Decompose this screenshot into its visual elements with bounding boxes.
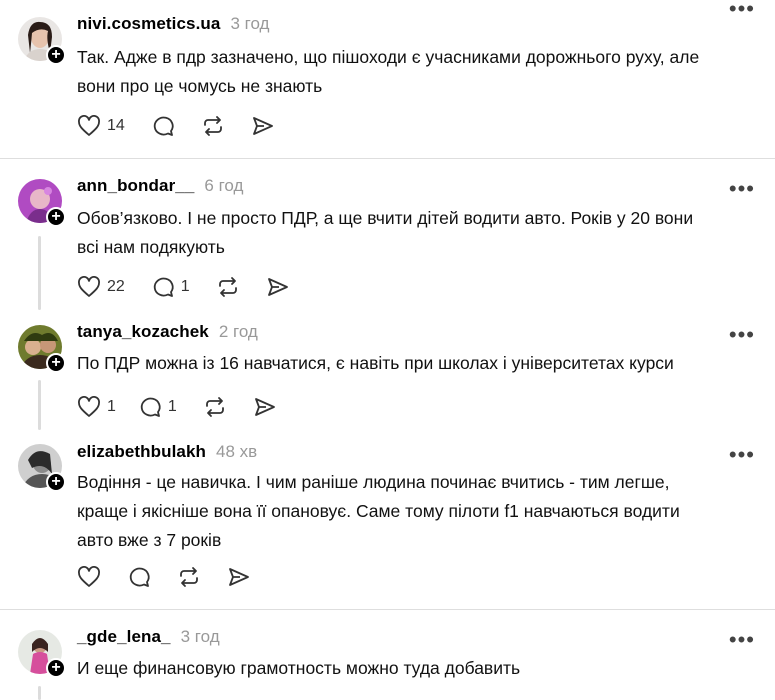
action-bar: 22 1	[77, 274, 316, 300]
more-icon[interactable]: •••	[729, 444, 755, 466]
like-button[interactable]	[77, 566, 101, 588]
post: + tanya_kozachek 2 год ••• По ПДР можна …	[0, 308, 775, 428]
post-text: И еще финансовую грамотность можно туда …	[77, 654, 757, 683]
action-bar: 1 1	[77, 394, 303, 420]
like-button[interactable]: 22	[77, 276, 125, 298]
thread-line	[38, 380, 41, 430]
text-line: И еще финансовую грамотность можно туда …	[77, 658, 521, 678]
post: + _gde_lena_ 3 год ••• И еще финансовую …	[0, 609, 775, 700]
username[interactable]: tanya_kozachek	[77, 322, 209, 342]
text-line: Водіння - це навичка. І чим раніше людин…	[77, 472, 670, 492]
heart-icon	[78, 566, 100, 587]
avatar[interactable]: +	[18, 630, 66, 678]
more-icon[interactable]: •••	[729, 178, 755, 200]
comment-icon	[129, 567, 150, 587]
avatar[interactable]: +	[18, 325, 66, 373]
comment-icon	[153, 116, 174, 136]
share-icon	[267, 278, 288, 296]
text-line: краще і якісніше вона її опановує. Саме …	[77, 501, 680, 521]
post: + elizabethbulakh 48 хв ••• Водіння - це…	[0, 428, 775, 610]
reply-button[interactable]	[151, 115, 175, 137]
share-icon	[229, 568, 249, 586]
timestamp: 2 год	[218, 322, 258, 341]
follow-plus-icon[interactable]: +	[46, 45, 66, 65]
text-line: Обов’язково. І не просто ПДР, а ще вчити…	[77, 208, 694, 228]
share-icon	[252, 117, 273, 135]
heart-icon	[78, 396, 100, 417]
post: + ann_bondar__ 6 год ••• Обов’язково. І …	[0, 158, 775, 308]
share-icon	[254, 398, 275, 416]
follow-plus-icon[interactable]: +	[46, 207, 66, 227]
like-count: 1	[107, 398, 116, 415]
thread-line	[38, 686, 41, 700]
share-button[interactable]	[266, 276, 290, 298]
timestamp: 48 хв	[216, 442, 258, 461]
repost-button[interactable]	[216, 276, 240, 298]
timestamp: 3 год	[230, 14, 270, 33]
reply-button[interactable]: 1	[151, 276, 190, 298]
follow-plus-icon[interactable]: +	[46, 353, 66, 373]
follow-plus-icon[interactable]: +	[46, 658, 66, 678]
share-button[interactable]	[227, 566, 251, 588]
reply-button[interactable]: 1	[138, 396, 177, 418]
share-button[interactable]	[253, 396, 277, 418]
timestamp: 6 год	[204, 176, 244, 195]
like-count: 22	[107, 278, 125, 295]
more-icon[interactable]: •••	[729, 0, 755, 20]
more-icon[interactable]: •••	[729, 324, 755, 346]
repost-button[interactable]	[201, 115, 225, 137]
timestamp: 3 год	[180, 627, 220, 646]
reply-count: 1	[167, 398, 177, 415]
share-button[interactable]	[251, 115, 275, 137]
comment-icon	[153, 277, 174, 297]
reply-count: 1	[180, 278, 190, 295]
username[interactable]: _gde_lena_	[77, 627, 171, 647]
text-line: всі нам подякують	[77, 237, 225, 257]
comment-icon	[140, 397, 161, 417]
avatar[interactable]: +	[18, 179, 66, 227]
post-text: Водіння - це навичка. І чим раніше людин…	[77, 468, 757, 555]
like-button[interactable]: 14	[77, 115, 125, 137]
text-line: Так. Адже в пдр зазначено, що пішоходи є…	[77, 47, 700, 67]
repost-icon	[203, 116, 222, 136]
avatar[interactable]: +	[18, 444, 66, 492]
like-button[interactable]: 1	[77, 396, 116, 418]
like-count: 14	[107, 117, 125, 134]
username[interactable]: elizabethbulakh	[77, 442, 206, 462]
repost-icon	[180, 567, 198, 587]
follow-plus-icon[interactable]: +	[46, 472, 66, 492]
repost-icon	[218, 277, 237, 297]
repost-button[interactable]	[203, 396, 227, 418]
heart-icon	[78, 115, 100, 136]
more-icon[interactable]: •••	[729, 629, 755, 651]
thread-line	[38, 236, 41, 310]
post-text: Обов’язково. І не просто ПДР, а ще вчити…	[77, 204, 757, 262]
repost-button[interactable]	[177, 566, 201, 588]
username[interactable]: ann_bondar__	[77, 176, 194, 196]
avatar[interactable]: +	[18, 17, 66, 65]
text-line: По ПДР можна із 16 навчатися, є навіть п…	[77, 353, 674, 373]
heart-icon	[78, 276, 100, 297]
text-line: вони про це чомусь не знають	[77, 76, 323, 96]
action-bar: 14	[77, 113, 301, 139]
username[interactable]: nivi.cosmetics.ua	[77, 14, 220, 34]
post-text: Так. Адже в пдр зазначено, що пішоходи є…	[77, 43, 757, 101]
post-text: По ПДР можна із 16 навчатися, є навіть п…	[77, 349, 757, 378]
reply-button[interactable]	[127, 566, 151, 588]
action-bar	[77, 564, 277, 590]
text-line: авто вже з 7 років	[77, 530, 222, 550]
post: + nivi.cosmetics.ua 3 год ••• Так. Адже …	[0, 0, 775, 158]
repost-icon	[205, 397, 224, 417]
